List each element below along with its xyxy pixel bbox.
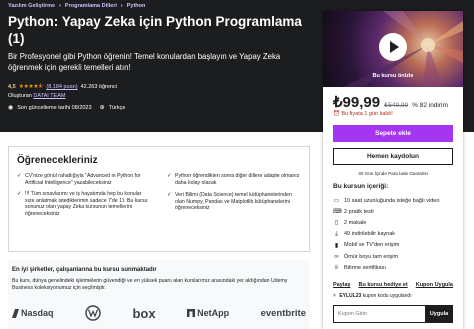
includes-item: ⌨ 2 pratik testi	[333, 208, 374, 216]
netapp-mark-icon	[187, 309, 196, 317]
coupon-code: EYLUL23	[339, 293, 362, 299]
share-link[interactable]: Paylaş	[333, 282, 350, 288]
purchase-card: Bu kursu önizle ₺99,99 ₺549,99 % 82 indi…	[323, 11, 463, 329]
includes-title: Bu kursun içeriği:	[333, 183, 389, 190]
breadcrumb-item-software[interactable]: Yazılım Geliştirme	[8, 3, 55, 9]
buy-now-button[interactable]: Hemen kaydolun	[333, 148, 453, 165]
learn-item: ✓ CV'nize gönül rahatlığıyla "Advanced in…	[17, 173, 141, 186]
card-links: Paylaş Bu kursu hediye et Kupon Uygula	[333, 282, 453, 288]
rating-row: 4,5 ★★★★⯪ (8.184 puan) 42.263 öğrenci	[8, 82, 117, 92]
netapp-logo: NetApp	[187, 308, 229, 318]
volkswagen-logo	[85, 305, 101, 321]
includes-list: ▭ 10 saat uzunluğunda isteğe bağlı video …	[333, 195, 439, 273]
preview-label[interactable]: Bu kursu önizle	[323, 73, 463, 79]
applied-coupon: × EYLUL23 kupon kodu uygulandı	[333, 293, 412, 299]
code-icon: ⌨	[333, 209, 342, 216]
includes-item: ▯ 2 makale	[334, 219, 367, 227]
includes-item: ♕ Bitirme sertifikası	[333, 264, 386, 272]
includes-item: ▭ 10 saat uzunluğunda isteğe bağlı video	[333, 197, 440, 205]
breadcrumb-item-languages[interactable]: Programlama Dilleri	[65, 3, 117, 9]
ratings-count-link[interactable]: (8.184 puan)	[46, 84, 77, 90]
company-logos: Nasdaq box NetApp eventbrite	[12, 304, 306, 322]
students-count: 42.263 öğrenci	[80, 84, 117, 90]
price-row: ₺99,99 ₺549,99 % 82 indirim	[333, 93, 448, 111]
chevron-right-icon: ›	[59, 3, 61, 9]
download-icon: ⤓	[335, 230, 338, 237]
vw-circle-icon	[85, 305, 101, 321]
coupon-applied-text: kupon kodu uygulandı	[362, 293, 412, 299]
last-updated: Son güncelleme tarihi 08/2023	[17, 104, 92, 111]
current-price: ₺99,99	[333, 94, 381, 111]
rating-value: 4,5	[8, 84, 16, 90]
infinity-icon: ∞	[334, 253, 339, 260]
remove-coupon-icon[interactable]: ×	[333, 293, 336, 299]
nasdaq-logo: Nasdaq	[12, 308, 54, 318]
created-by-label: Oluşturan	[8, 93, 32, 99]
author-link[interactable]: DATAI TEAM	[33, 93, 65, 99]
play-button[interactable]	[379, 33, 407, 61]
check-icon: ✓	[17, 173, 22, 179]
learn-title: Öğrenecekleriniz	[17, 155, 98, 166]
coupon-form: Uygula	[333, 305, 453, 323]
trophy-icon: ♕	[333, 265, 340, 272]
course-title: Python: Yapay Zeka için Python Programla…	[8, 14, 302, 46]
original-price: ₺549,99	[384, 102, 409, 109]
apply-coupon-link[interactable]: Kupon Uygula	[416, 282, 453, 288]
file-icon: ▯	[334, 220, 339, 227]
video-icon: ▭	[333, 198, 340, 205]
business-companies: En iyi şirketler, çalışanlarına bu kursu…	[8, 260, 310, 329]
money-back-guarantee: 30 Gün İçinde Para İade Garantisi	[358, 171, 428, 176]
check-icon: ✓	[17, 191, 22, 198]
course-meta: ◉ Son güncelleme tarihi 08/2023 ⊕ Türkçe	[8, 104, 126, 112]
what-you-will-learn: Öğrenecekleriniz ✓ CV'nize gönül rahatlığ…	[8, 146, 310, 252]
includes-item: ▮ Mobil ve TV'den erişim	[334, 242, 400, 249]
includes-item: ∞ Ömür boyu tam erişim	[334, 253, 399, 260]
companies-title: En iyi şirketler, çalışanlarına bu kursu…	[12, 267, 157, 273]
check-icon: ✓	[167, 173, 172, 179]
breadcrumb: Yazılım Geliştirme › Programlama Dilleri › P…	[8, 3, 145, 9]
mobile-icon: ▮	[334, 242, 339, 249]
globe-icon: ⊕	[99, 105, 105, 111]
coupon-input[interactable]	[333, 305, 425, 323]
coupon-apply-button[interactable]: Uygula	[425, 305, 453, 323]
discount-label: % 82 indirim	[412, 102, 448, 109]
box-logo: box	[132, 305, 156, 321]
created-by: Oluşturan DATAI TEAM	[8, 93, 65, 99]
learn-item: ✓!!! Tüm sınavlarımı ve iş hayatımda hep…	[17, 191, 148, 217]
alarm-icon: ⏰	[333, 111, 340, 117]
course-subtitle: Bir Profesyonel gibi Python öğrenin! Tem…	[8, 52, 281, 72]
alert-icon: ◉	[8, 105, 14, 111]
check-icon: ✓	[167, 192, 172, 199]
add-to-cart-button[interactable]: Sepete ekle	[333, 125, 453, 142]
course-page: Yazılım Geliştirme › Programlama Dilleri › P…	[0, 0, 474, 329]
course-language: Türkçe	[108, 104, 126, 111]
offer-timer: ⏰ Bu fiyata 1 gün kaldı!	[333, 111, 393, 117]
includes-item: ⤓ 49 indirilebilir kaynak	[333, 229, 439, 240]
chevron-right-icon: ›	[120, 3, 123, 9]
course-preview[interactable]: Bu kursu önizle	[323, 11, 463, 87]
companies-description: Bu kurs, dünya genelindeki işletmelerin …	[12, 278, 288, 291]
learn-item: ✓ Veri Bilimi (Data Science) temel kütüph…	[167, 192, 292, 212]
learn-list-left: ✓ CV'nize gönül rahatlığıyla "Advanced in…	[17, 173, 152, 223]
learn-item: ✓ Python öğrendikten sonra diğer dillere …	[167, 173, 300, 186]
nasdaq-mark-icon	[12, 308, 19, 318]
breadcrumb-item-python[interactable]: Python	[127, 3, 146, 9]
star-rating-icon: ★★★★⯪	[18, 84, 44, 90]
eventbrite-logo: eventbrite	[260, 307, 306, 319]
gift-link[interactable]: Bu kursu hediye et	[358, 282, 407, 288]
learn-list-right: ✓ Python öğrendikten sonra diğer dillere …	[167, 173, 302, 217]
